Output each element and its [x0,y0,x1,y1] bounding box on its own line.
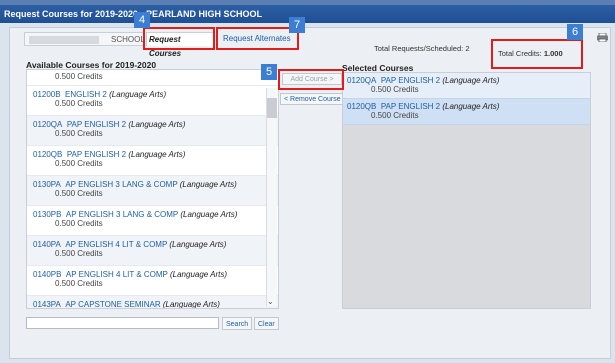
course-title: AP ENGLISH 3 LANG & COMP [65,180,178,189]
window-title: Request Courses for 2019-2020 - PEARLAND… [0,5,615,23]
credits-text: 0.500 Credits [55,189,103,198]
search-button[interactable]: Search [222,317,253,330]
redacted-school-name [29,36,99,44]
course-title: AP ENGLISH 4 LIT & COMP [65,240,168,249]
callout-4 [143,27,215,50]
badge-6: 6 [567,24,583,40]
course-title: AP ENGLISH 4 LIT & COMP [65,270,168,279]
credits-text: 0.500 Credits [55,72,103,81]
chevron-down-icon[interactable]: ⌄ [267,297,274,306]
course-title: PAP ENGLISH 2 [66,150,127,159]
course-title: AP CAPSTONE SEMINAR [65,300,161,309]
tab-school-label: SCHOOL [111,35,145,44]
callout-7 [216,27,299,50]
tab-school[interactable]: SCHOOL [24,32,145,46]
course-code: 0120QB [347,102,377,111]
list-item[interactable]: 0130PA AP ENGLISH 3 LANG & COMP (Languag… [27,176,278,206]
course-category: (Language Arts) [442,76,500,85]
course-category: (Language Arts) [128,120,186,129]
course-category: (Language Arts) [169,270,228,279]
list-item[interactable]: 0120QB PAP ENGLISH 2 (Language Arts) 0.50… [343,99,590,125]
available-scrollbar[interactable]: ⌄ [266,88,277,306]
course-code: 0120QB [33,150,63,159]
clear-button[interactable]: Clear [254,317,279,330]
badge-7: 7 [289,17,305,33]
course-category: (Language Arts) [179,180,237,189]
course-category: (Language Arts) [180,210,238,219]
course-code: 0140PA [33,240,61,249]
total-requests: Total Requests/Scheduled: 2 [374,44,470,53]
scroll-thumb[interactable] [267,98,277,118]
course-category: (Language Arts) [169,240,227,249]
list-item-partial[interactable]: 0.500 Credits [27,70,278,86]
course-code: 0140PB [33,270,62,279]
list-item[interactable]: 0120QA PAP ENGLISH 2 (Language Arts) 0.50… [343,73,590,99]
available-courses-list: 0.500 Credits 01200B ENGLISH 2 (Language… [26,69,279,309]
course-category: (Language Arts) [128,150,186,159]
credits-text: 0.500 Credits [55,279,103,288]
selected-courses-list: 0120QA PAP ENGLISH 2 (Language Arts) 0.50… [342,72,591,309]
course-category: (Language Arts) [162,300,220,309]
course-title: PAP ENGLISH 2 [380,102,441,111]
credits-text: 0.500 Credits [55,99,103,108]
printer-icon[interactable] [597,33,608,42]
credits-text: 0.500 Credits [371,111,419,120]
course-code: 0130PA [33,180,61,189]
remove-course-button[interactable]: < Remove Course [280,93,345,105]
credits-text: 0.500 Credits [55,129,103,138]
course-code: 0130PB [33,210,62,219]
course-title: PAP ENGLISH 2 [66,120,127,129]
course-title: PAP ENGLISH 2 [380,76,441,85]
list-item[interactable]: 0140PB AP ENGLISH 4 LIT & COMP (Language… [27,266,278,296]
course-code: 0120QA [33,120,63,129]
list-item[interactable]: 0130PB AP ENGLISH 3 LANG & COMP (Languag… [27,206,278,236]
callout-5 [278,69,344,90]
list-item[interactable]: 0120QB PAP ENGLISH 2 (Language Arts) 0.50… [27,146,278,176]
course-code: 01200B [33,90,61,99]
credits-text: 0.500 Credits [55,219,103,228]
course-code: 0120QA [347,76,377,85]
course-title: ENGLISH 2 [65,90,107,99]
badge-4: 4 [134,12,150,28]
list-item[interactable]: 0140PA AP ENGLISH 4 LIT & COMP (Language… [27,236,278,266]
badge-5: 5 [261,64,277,80]
search-input[interactable] [26,317,219,329]
total-requests-value: 2 [465,44,470,53]
credits-text: 0.500 Credits [55,159,103,168]
course-code: 0143PA [33,300,61,309]
course-title: AP ENGLISH 3 LANG & COMP [65,210,179,219]
list-item[interactable]: 0120QA PAP ENGLISH 2 (Language Arts) 0.50… [27,116,278,146]
callout-6 [491,39,583,69]
course-category: (Language Arts) [442,102,500,111]
total-requests-label: Total Requests/Scheduled: [374,44,464,53]
course-category: (Language Arts) [109,90,167,99]
credits-text: 0.500 Credits [55,249,103,258]
list-item[interactable]: 01200B ENGLISH 2 (Language Arts) 0.500 Cr… [27,86,278,116]
list-item[interactable]: 0143PA AP CAPSTONE SEMINAR (Language Art… [27,296,278,309]
credits-text: 0.500 Credits [371,85,419,94]
